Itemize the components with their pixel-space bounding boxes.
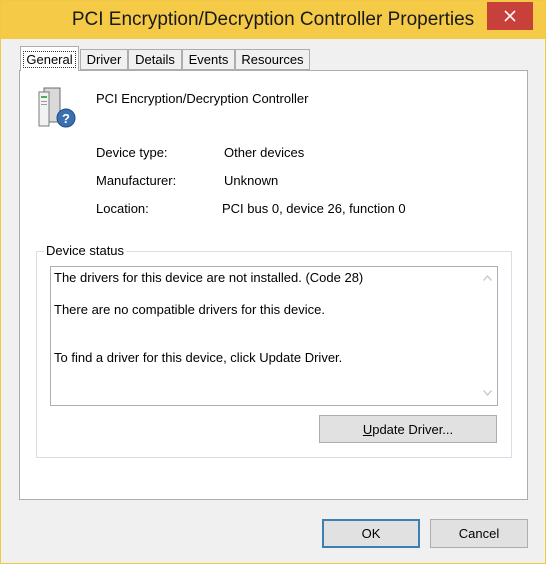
tab-driver-label: Driver (86, 52, 122, 67)
svg-text:?: ? (62, 111, 70, 126)
close-button[interactable] (487, 2, 533, 30)
scroll-down-arrow-icon[interactable] (483, 390, 492, 396)
tab-details-label: Details (135, 52, 175, 67)
update-driver-label: Update Driver... (362, 421, 454, 437)
location-label: Location: (96, 201, 149, 216)
tab-events-label: Events (188, 52, 229, 67)
cancel-label: Cancel (458, 526, 500, 541)
tab-general[interactable]: General (20, 46, 79, 71)
location-value: PCI bus 0, device 26, function 0 (222, 201, 406, 216)
title-bar[interactable]: PCI Encryption/Decryption Controller Pro… (1, 1, 545, 39)
device-type-value: Other devices (224, 145, 305, 160)
status-line-3: To find a driver for this device, click … (54, 350, 343, 365)
manufacturer-value: Unknown (224, 173, 279, 188)
close-icon (504, 10, 516, 22)
update-driver-button[interactable]: Update Driver... (319, 415, 497, 443)
tab-general-label: General (23, 50, 76, 68)
tab-resources[interactable]: Resources (235, 49, 310, 70)
device-status-textbox[interactable]: The drivers for this device are not inst… (50, 266, 498, 406)
tab-driver[interactable]: Driver (80, 49, 128, 70)
general-tab-panel: ? PCI Encryption/Decryption Controller D… (19, 70, 528, 500)
device-status-title: Device status (44, 243, 127, 258)
status-line-2: There are no compatible drivers for this… (54, 302, 325, 317)
tab-events[interactable]: Events (182, 49, 235, 70)
status-line-1: The drivers for this device are not inst… (54, 270, 364, 285)
scroll-up-arrow-icon[interactable] (483, 275, 492, 281)
ok-button[interactable]: OK (322, 519, 420, 548)
tab-details[interactable]: Details (128, 49, 182, 70)
properties-dialog: PCI Encryption/Decryption Controller Pro… (0, 0, 546, 564)
window-title: PCI Encryption/Decryption Controller Pro… (71, 9, 475, 30)
manufacturer-label: Manufacturer: (96, 173, 177, 188)
status-scrollbar[interactable] (479, 268, 496, 404)
device-type-label: Device type: (96, 145, 168, 160)
device-name: PCI Encryption/Decryption Controller (96, 91, 309, 106)
unknown-device-icon: ? (38, 87, 76, 128)
ok-label: OK (361, 526, 381, 541)
cancel-button[interactable]: Cancel (430, 519, 528, 548)
tab-resources-label: Resources (241, 52, 304, 67)
